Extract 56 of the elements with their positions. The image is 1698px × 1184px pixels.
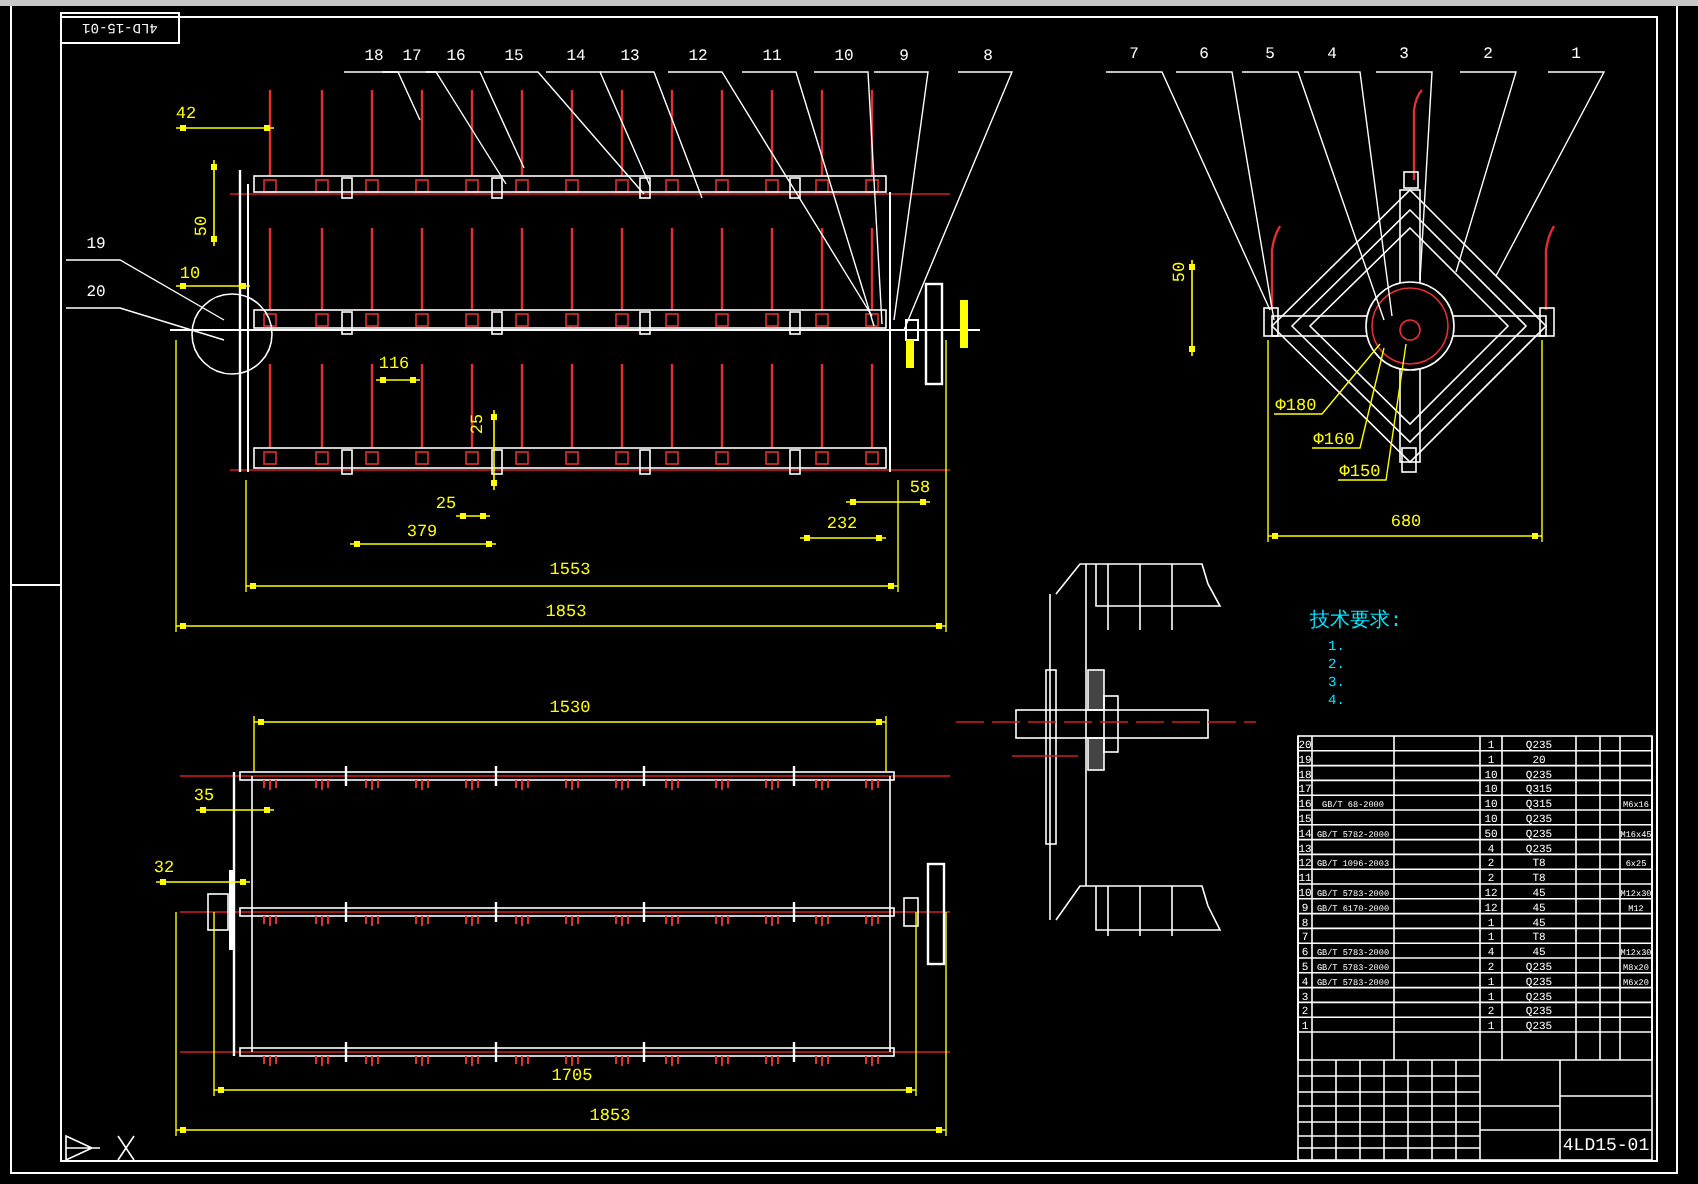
dimension-line [175, 283, 251, 289]
dimension-label: 1853 [589, 1106, 631, 1126]
dimension-label: 116 [378, 354, 410, 374]
dimension-line [455, 513, 491, 519]
axis-x-icon [117, 1135, 135, 1161]
dimension-label: 232 [826, 514, 858, 534]
balloon-number: 20 [86, 284, 106, 302]
dimension-label: Φ180 [1275, 396, 1317, 416]
dimension-label: 50 [1170, 261, 1190, 283]
dimension-line [1189, 259, 1195, 357]
dimension-label: 32 [153, 858, 175, 878]
dimension-line [491, 409, 497, 491]
dimension-label: 379 [406, 522, 438, 542]
dimension-line [799, 535, 887, 541]
balloon-number: 6 [1199, 46, 1209, 64]
dimension-label: 50 [192, 215, 212, 237]
balloon-number: 2 [1483, 46, 1493, 64]
balloon-number: 14 [566, 48, 586, 66]
balloon-number: 12 [688, 48, 708, 66]
dimension-label: 1705 [551, 1066, 593, 1086]
dimension-line [375, 377, 421, 383]
balloon-number: 9 [899, 48, 909, 66]
balloon-number: 11 [762, 48, 782, 66]
dimension-line [195, 807, 275, 813]
dimension-label: 1553 [549, 560, 591, 580]
dimension-label: Φ160 [1313, 430, 1355, 450]
dimension-label: 25 [468, 413, 488, 435]
balloon-number: 5 [1265, 46, 1275, 64]
drawing-number: 4LD15-01 [1562, 1136, 1650, 1156]
balloon-number: 13 [620, 48, 640, 66]
dimension-label: Φ150 [1339, 462, 1381, 482]
dimension-label: 42 [175, 104, 197, 124]
dimension-line [211, 159, 217, 247]
dimension-label: 1853 [545, 602, 587, 622]
balloon-number: 4 [1327, 46, 1337, 64]
dimension-label: 25 [435, 494, 457, 514]
balloon-number: 17 [402, 48, 422, 66]
dimension-label: 10 [179, 264, 201, 284]
dimension-line [175, 125, 275, 131]
balloon-number: 19 [86, 236, 106, 254]
dimension-line [155, 879, 251, 885]
balloon-number: 16 [446, 48, 466, 66]
balloon-number: 3 [1399, 46, 1409, 64]
dimension-label: 35 [193, 786, 215, 806]
dimension-label: 58 [909, 478, 931, 498]
balloon-number: 10 [834, 48, 854, 66]
balloon-number: 7 [1129, 46, 1139, 64]
dimension-label: 680 [1390, 512, 1422, 532]
balloon-number: 8 [983, 48, 993, 66]
balloon-number: 18 [364, 48, 384, 66]
stamp-frame [60, 12, 180, 44]
dimension-label: 1530 [549, 698, 591, 718]
ucs-icon [65, 1135, 101, 1161]
technical-notes-title: 技术要求: [1310, 612, 1403, 634]
balloon-number: 1 [1571, 46, 1581, 64]
balloon-number: 15 [504, 48, 524, 66]
